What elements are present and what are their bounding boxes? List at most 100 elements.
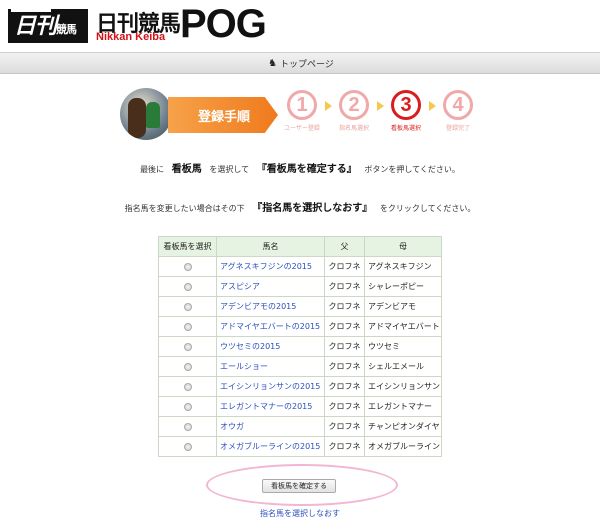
col-dam: 母 <box>364 236 442 257</box>
select-cell <box>158 256 217 277</box>
horse-radio[interactable] <box>183 262 192 271</box>
jockey-photo <box>120 88 172 140</box>
jockey-shape <box>146 102 160 128</box>
horse-radio[interactable] <box>183 442 192 451</box>
horse-radio[interactable] <box>183 402 192 411</box>
reselect-link[interactable]: 指名馬を選択しなおす <box>0 508 600 519</box>
table-header-row: 看板馬を選択 馬名 父 母 <box>158 236 442 257</box>
step-3: 3 看板馬選択 <box>386 90 426 132</box>
inst-text: をクリックしてください。 <box>379 204 476 213</box>
table-row: アスピシア クロフネ シャレーポピー <box>158 276 442 297</box>
select-cell <box>158 376 217 397</box>
table-row: オメガブルーラインの2015 クロフネ オメガブルーライン <box>158 436 442 457</box>
brand-pog: POG <box>180 2 267 46</box>
table-row: アデンビアモの2015 クロフネ アデンビアモ <box>158 296 442 317</box>
horse-radio[interactable] <box>183 362 192 371</box>
step-label: 看板馬選択 <box>390 125 421 132</box>
inst-text: 指名馬を変更したい場合はその下 <box>124 204 245 213</box>
col-name: 馬名 <box>216 236 325 257</box>
select-cell <box>158 296 217 317</box>
inst-emphasis: 『看板馬を確定する』 <box>256 164 357 175</box>
horse-name-link[interactable]: エイシンリョンサンの2015 <box>216 376 325 397</box>
horse-radio[interactable] <box>183 302 192 311</box>
brand-en: Nikkan Keiba <box>96 31 166 43</box>
table-row: ウツセミの2015 クロフネ ウツセミ <box>158 336 442 357</box>
horse-name-link[interactable]: オメガブルーラインの2015 <box>216 436 325 457</box>
dam-cell: ウツセミ <box>364 336 442 357</box>
table-row: オウガ クロフネ チャンピオンダイヤ <box>158 416 442 437</box>
sire-cell: クロフネ <box>324 396 365 417</box>
sire-cell: クロフネ <box>324 436 365 457</box>
horse-name-link[interactable]: アスピシア <box>216 276 325 297</box>
inst-emphasis: 看板馬 <box>171 164 202 175</box>
col-sire: 父 <box>324 236 365 257</box>
dam-cell: アドマイヤエバート <box>364 316 442 337</box>
inst-text: 最後に <box>140 165 165 174</box>
logo-small-text: 競馬 <box>56 23 77 36</box>
dam-cell: シャレーポピー <box>364 276 442 297</box>
step-number: 3 <box>391 90 421 120</box>
step-2: 2 指名馬選択 <box>334 90 374 132</box>
horse-name-link[interactable]: アグネスキフジンの2015 <box>216 256 325 277</box>
horse-table: 看板馬を選択 馬名 父 母 アグネスキフジンの2015 クロフネ アグネスキフジ… <box>158 236 442 457</box>
inst-text: ボタンを押してください。 <box>364 165 460 174</box>
dam-cell: オメガブルーライン <box>364 436 442 457</box>
horse-radio[interactable] <box>183 282 192 291</box>
step-label: 指名馬選択 <box>338 125 369 132</box>
step-1: 1 ユーザー登録 <box>282 90 322 132</box>
table-row: エイシンリョンサンの2015 クロフネ エイシンリョンサン <box>158 376 442 397</box>
horse-name-link[interactable]: アデンビアモの2015 <box>216 296 325 317</box>
top-page-link[interactable]: ♞ トップページ <box>268 57 334 70</box>
steps-banner-label: 登録手順 <box>198 110 251 125</box>
dam-cell: シェルエメール <box>364 356 442 377</box>
horse-name-link[interactable]: アドマイヤエバートの2015 <box>216 316 325 337</box>
sire-cell: クロフネ <box>324 336 365 357</box>
step-arrow-icon <box>429 101 436 111</box>
logo-main-text: 日刊 <box>14 13 57 39</box>
step-4: 4 登録完了 <box>438 90 478 132</box>
table-row: アグネスキフジンの2015 クロフネ アグネスキフジン <box>158 256 442 277</box>
step-arrow-icon <box>377 101 384 111</box>
sire-cell: クロフネ <box>324 316 365 337</box>
table-row: エレガントマナーの2015 クロフネ エレガントマナー <box>158 396 442 417</box>
horse-radio[interactable] <box>183 342 192 351</box>
confirm-button[interactable]: 看板馬を確定する <box>262 479 336 493</box>
site-header: 日刊競馬 日刊競馬 Nikkan Keiba POG <box>0 0 600 58</box>
sire-cell: クロフネ <box>324 276 365 297</box>
select-cell <box>158 276 217 297</box>
horse-name-link[interactable]: ウツセミの2015 <box>216 336 325 357</box>
select-cell <box>158 396 217 417</box>
horse-radio[interactable] <box>183 382 192 391</box>
horse-name-link[interactable]: オウガ <box>216 416 325 437</box>
col-select: 看板馬を選択 <box>158 236 217 257</box>
horse-radio[interactable] <box>183 422 192 431</box>
inst-text: を選択して <box>209 165 250 174</box>
registration-steps: 登録手順 1 ユーザー登録 2 指名馬選択 3 看板馬選択 4 登録完了 <box>120 88 490 140</box>
top-page-label: トップページ <box>279 60 334 70</box>
dam-cell: エレガントマナー <box>364 396 442 417</box>
step-number: 4 <box>443 90 473 120</box>
dam-cell: チャンピオンダイヤ <box>364 416 442 437</box>
inst-emphasis: 『指名馬を選択しなおす』 <box>252 203 373 214</box>
steps-banner: 登録手順 <box>168 97 278 133</box>
horse-name-link[interactable]: エレガントマナーの2015 <box>216 396 325 417</box>
horse-shape <box>128 98 146 138</box>
logo-tag <box>11 8 51 12</box>
nikkan-logo[interactable]: 日刊競馬 <box>8 8 88 43</box>
sire-cell: クロフネ <box>324 256 365 277</box>
dam-cell: アデンビアモ <box>364 296 442 317</box>
sire-cell: クロフネ <box>324 296 365 317</box>
horse-name-link[interactable]: エールショー <box>216 356 325 377</box>
horse-icon: ♞ <box>268 58 277 69</box>
instruction-line-2: 指名馬を変更したい場合はその下 『指名馬を選択しなおす』 をクリックしてください… <box>0 199 600 214</box>
step-number: 1 <box>287 90 317 120</box>
select-cell <box>158 416 217 437</box>
select-cell <box>158 336 217 357</box>
step-arrow-icon <box>325 101 332 111</box>
sire-cell: クロフネ <box>324 376 365 397</box>
horse-radio[interactable] <box>183 322 192 331</box>
sire-cell: クロフネ <box>324 356 365 377</box>
dam-cell: エイシンリョンサン <box>364 376 442 397</box>
table-row: エールショー クロフネ シェルエメール <box>158 356 442 377</box>
step-number: 2 <box>339 90 369 120</box>
